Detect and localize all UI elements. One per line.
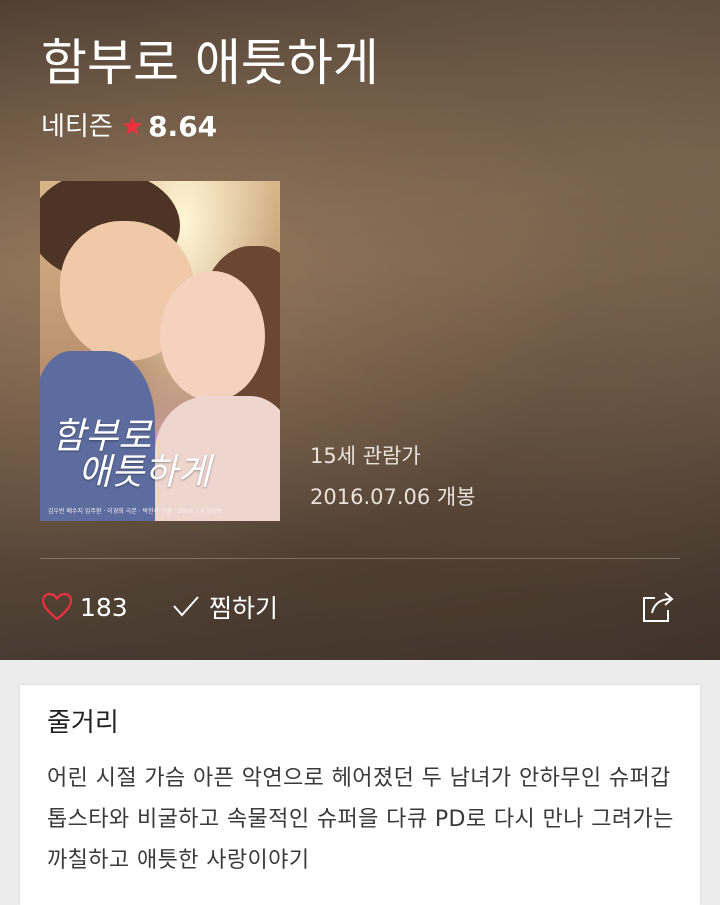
movie-title: 함부로 애틋하게: [41, 34, 379, 92]
poster-title-line2: 애틋하게: [78, 452, 211, 493]
wish-label: 찜하기: [209, 594, 279, 623]
synopsis-heading: 줄거리: [47, 708, 119, 738]
wish-button[interactable]: 찜하기: [171, 585, 278, 629]
movie-header: 함부로 애틋하게 네티즌 ★ 8.64 함부로 애틋하게 김우빈 배수지 임주환…: [0, 0, 720, 660]
age-grade: 15세 관람가: [310, 444, 421, 468]
poster-title: 함부로 애틋하게: [52, 419, 242, 491]
check-icon: [173, 596, 199, 617]
poster-credits: 김우빈 배수지 임주환 · 이경희 극본 · 박현석 연출 · 2016.7.6…: [48, 508, 223, 515]
rating-score: 8.64: [148, 110, 218, 143]
synopsis-card: 줄거리 어린 시절 가슴 아픈 악연으로 헤어졌던 두 남녀가 안하무인 슈퍼갑…: [20, 685, 700, 905]
rating-label: 네티즌: [41, 112, 113, 142]
share-icon[interactable]: [640, 589, 676, 625]
synopsis-text: 어린 시절 가슴 아픈 악연으로 헤어졌던 두 남녀가 안하무인 슈퍼갑 톱스타…: [47, 766, 674, 873]
action-bar: 183 찜하기: [40, 585, 680, 629]
star-icon: ★: [120, 112, 145, 142]
heart-icon: [41, 592, 73, 621]
like-button[interactable]: 183: [40, 585, 128, 629]
movie-poster[interactable]: 함부로 애틋하게 김우빈 배수지 임주환 · 이경희 극본 · 박현석 연출 ·…: [40, 181, 280, 521]
netizen-rating: 네티즌 ★ 8.64: [41, 110, 217, 144]
release-date: 2016.07.06 개봉: [310, 485, 476, 509]
divider: [40, 558, 680, 559]
like-count: 183: [80, 592, 128, 622]
poster-title-line1: 함부로: [52, 416, 152, 457]
